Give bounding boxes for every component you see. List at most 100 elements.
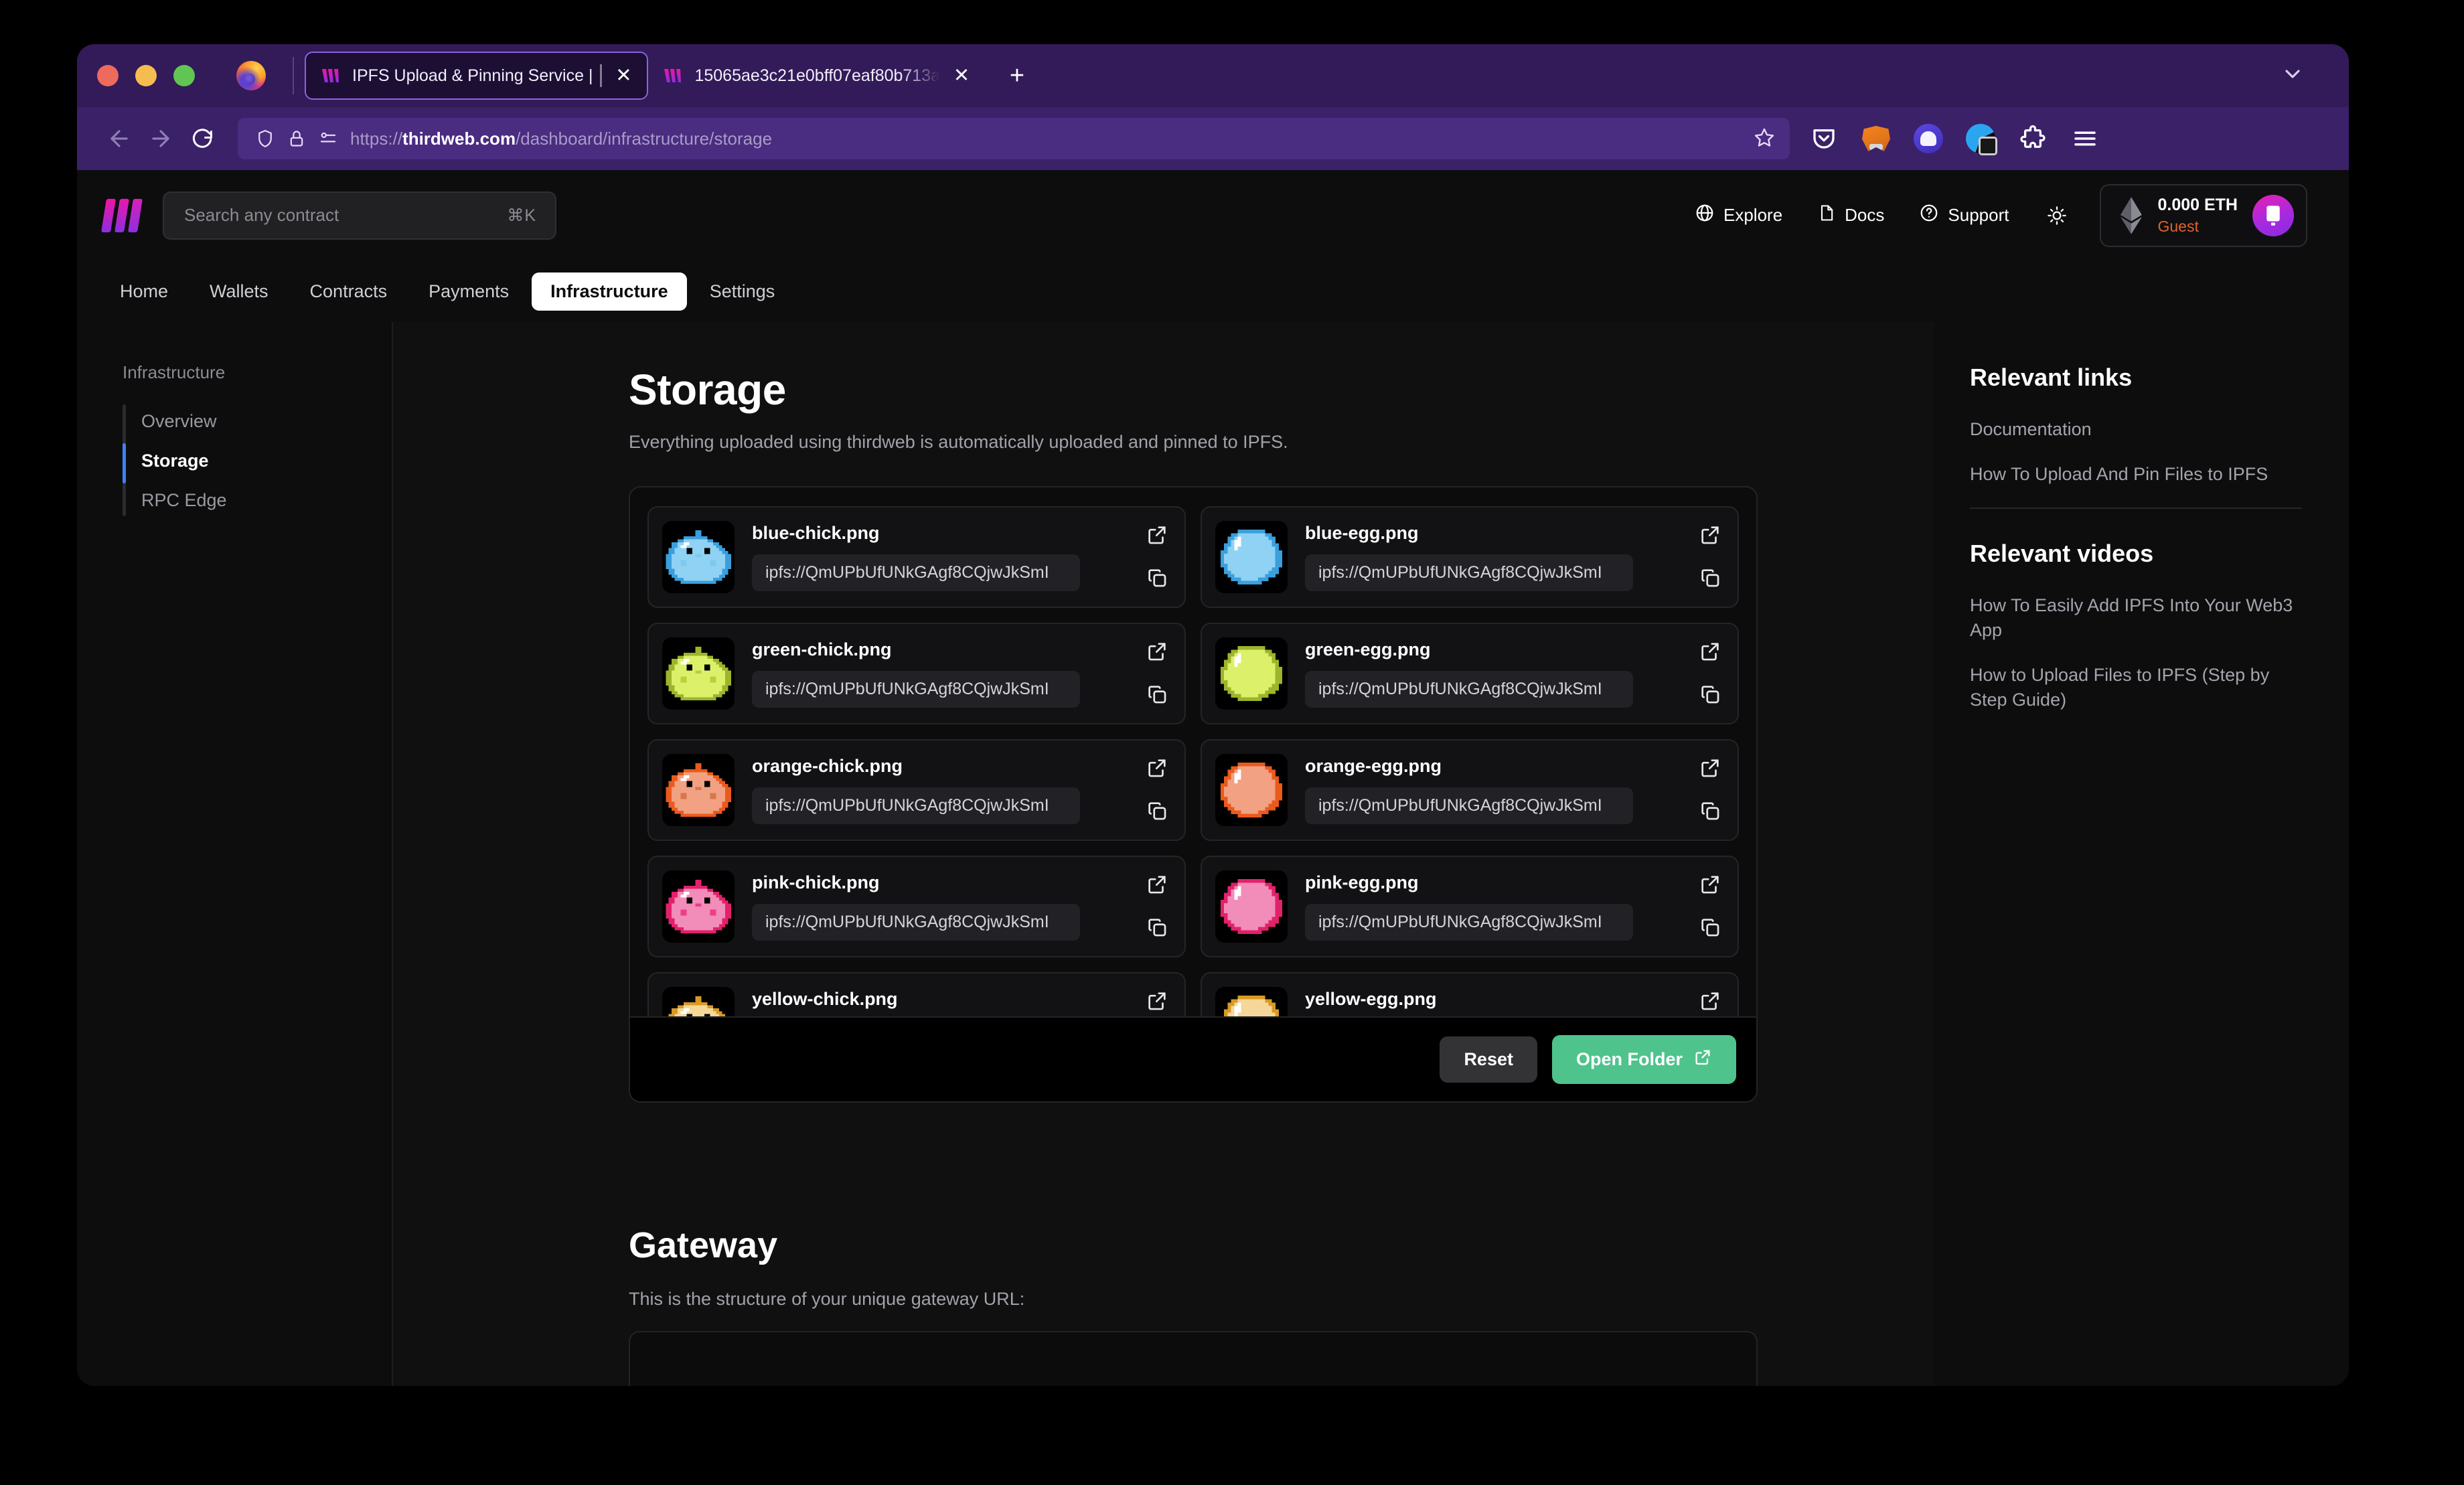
explore-link[interactable]: Explore [1677, 203, 1800, 228]
file-ipfs-hash[interactable]: ipfs://QmUPbUfUNkGAgf8CQjwJkSmI [752, 787, 1080, 824]
file-card[interactable]: blue-chick.png ipfs://QmUPbUfUNkGAgf8CQj… [647, 506, 1186, 608]
sidebar-list: Overview Storage RPC Edge [123, 402, 392, 520]
lock-icon[interactable] [287, 129, 306, 148]
file-card[interactable]: green-egg.png ipfs://QmUPbUfUNkGAgf8CQjw… [1201, 623, 1739, 724]
globe-icon [1695, 203, 1715, 228]
file-body: pink-chick.png ipfs://QmUPbUfUNkGAgf8CQj… [752, 872, 1128, 941]
relevant-video-add-ipfs[interactable]: How To Easily Add IPFS Into Your Web3 Ap… [1970, 593, 2302, 643]
pocket-icon[interactable] [1808, 123, 1839, 154]
open-file-external-link-icon[interactable] [1146, 873, 1168, 896]
browser-extensions [1808, 123, 2100, 154]
phantom-wallet-icon[interactable] [1913, 123, 1944, 154]
maximize-window-button[interactable] [173, 65, 195, 86]
page-subtitle: Everything uploaded using thirdweb is au… [629, 432, 1894, 453]
browser-menu-icon[interactable] [2070, 123, 2100, 154]
open-file-external-link-icon[interactable] [1699, 524, 1721, 546]
close-tab-button[interactable]: ✕ [613, 66, 633, 86]
reload-button[interactable] [181, 118, 223, 159]
relevant-video-upload-guide[interactable]: How to Upload Files to IPFS (Step by Ste… [1970, 663, 2302, 713]
chick-sprite-icon [662, 987, 735, 1016]
list-all-tabs-chevron-icon[interactable] [2281, 62, 2305, 90]
tab-infrastructure[interactable]: Infrastructure [532, 272, 687, 311]
shield-icon[interactable] [255, 129, 275, 149]
copy-hash-icon[interactable] [1699, 566, 1721, 589]
avatar[interactable] [2252, 195, 2294, 236]
search-input[interactable]: Search any contract ⌘K [163, 191, 556, 240]
forward-button[interactable] [140, 118, 181, 159]
open-folder-button[interactable]: Open Folder [1552, 1035, 1736, 1084]
file-ipfs-hash[interactable]: ipfs://QmUPbUfUNkGAgf8CQjwJkSmI [1305, 554, 1633, 591]
copy-hash-icon[interactable] [1146, 799, 1168, 822]
relevant-link-upload-pin[interactable]: How To Upload And Pin Files to IPFS [1970, 462, 2302, 487]
file-ipfs-hash[interactable]: ipfs://QmUPbUfUNkGAgf8CQjwJkSmI [1305, 671, 1633, 708]
file-name: yellow-chick.png [752, 989, 1128, 1010]
address-bar[interactable]: https://thirdweb.com/dashboard/infrastru… [238, 118, 1790, 159]
new-tab-button[interactable]: + [1002, 63, 1032, 88]
content-shell: Infrastructure Overview Storage RPC Edge… [77, 322, 2349, 1386]
file-card[interactable]: green-chick.png ipfs://QmUPbUfUNkGAgf8CQ… [647, 623, 1186, 724]
file-card[interactable]: orange-egg.png ipfs://QmUPbUfUNkGAgf8CQj… [1201, 739, 1739, 841]
back-button[interactable] [98, 118, 140, 159]
wallet-chip[interactable]: 0.000 ETH Guest [2100, 184, 2307, 247]
tab-payments[interactable]: Payments [410, 272, 528, 311]
chick-sprite-icon [662, 754, 735, 826]
open-file-external-link-icon[interactable] [1699, 990, 1721, 1012]
sidebar-item-rpc-edge[interactable]: RPC Edge [141, 481, 392, 520]
file-card[interactable]: blue-egg.png ipfs://QmUPbUfUNkGAgf8CQjwJ… [1201, 506, 1739, 608]
sidebar-item-overview[interactable]: Overview [141, 402, 392, 441]
egg-sprite-icon [1215, 987, 1288, 1016]
open-file-external-link-icon[interactable] [1146, 640, 1168, 663]
permissions-icon[interactable] [318, 129, 338, 149]
close-tab-button[interactable]: ✕ [951, 66, 972, 86]
copy-hash-icon[interactable] [1146, 566, 1168, 589]
copy-hash-icon[interactable] [1146, 683, 1168, 706]
file-ipfs-hash[interactable]: ipfs://QmUPbUfUNkGAgf8CQjwJkSmI [752, 554, 1080, 591]
open-file-external-link-icon[interactable] [1146, 757, 1168, 779]
file-ipfs-hash[interactable]: ipfs://QmUPbUfUNkGAgf8CQjwJkSmI [752, 904, 1080, 941]
file-card[interactable]: pink-egg.png ipfs://QmUPbUfUNkGAgf8CQjwJ… [1201, 856, 1739, 957]
tab-settings[interactable]: Settings [691, 272, 794, 311]
file-card[interactable]: yellow-chick.png ipfs://QmUPbUfUNkGAgf8C… [647, 972, 1186, 1016]
copy-hash-icon[interactable] [1699, 683, 1721, 706]
tab-wallets[interactable]: Wallets [191, 272, 287, 311]
browser-tab-strip: IPFS Upload & Pinning Service | ✕ 15065a… [77, 44, 2349, 107]
puzzle-icon[interactable] [2017, 123, 2048, 154]
address-bar-url: https://thirdweb.com/dashboard/infrastru… [350, 129, 1742, 149]
file-body: orange-egg.png ipfs://QmUPbUfUNkGAgf8CQj… [1305, 756, 1681, 824]
file-ipfs-hash[interactable]: ipfs://QmUPbUfUNkGAgf8CQjwJkSmI [1305, 787, 1633, 824]
page-title: Storage [629, 365, 1894, 414]
open-file-external-link-icon[interactable] [1699, 640, 1721, 663]
file-card[interactable]: yellow-egg.png ipfs://QmUPbUfUNkGAgf8CQj… [1201, 972, 1739, 1016]
thirdweb-logo-icon[interactable] [101, 199, 143, 232]
tab-home[interactable]: Home [101, 272, 187, 311]
reset-button[interactable]: Reset [1440, 1036, 1537, 1083]
open-file-external-link-icon[interactable] [1699, 757, 1721, 779]
copy-hash-icon[interactable] [1146, 916, 1168, 939]
browser-tab-inactive[interactable]: 15065ae3c21e0bff07eaf80b713a ✕ [648, 52, 985, 100]
close-window-button[interactable] [97, 65, 119, 86]
metamask-icon[interactable] [1861, 123, 1892, 154]
bookmark-star-icon[interactable] [1754, 127, 1775, 151]
open-file-external-link-icon[interactable] [1146, 524, 1168, 546]
sidebar-item-storage[interactable]: Storage [141, 441, 392, 481]
file-card[interactable]: pink-chick.png ipfs://QmUPbUfUNkGAgf8CQj… [647, 856, 1186, 957]
gateway-url-box[interactable] [629, 1331, 1758, 1386]
file-ipfs-hash[interactable]: ipfs://QmUPbUfUNkGAgf8CQjwJkSmI [1305, 904, 1633, 941]
minimize-window-button[interactable] [135, 65, 157, 86]
open-file-external-link-icon[interactable] [1146, 990, 1168, 1012]
tab-divider [293, 57, 294, 94]
docs-link[interactable]: Docs [1800, 203, 1902, 228]
sun-icon[interactable] [2026, 205, 2082, 226]
chick-sprite-icon [662, 521, 735, 593]
open-file-external-link-icon[interactable] [1699, 873, 1721, 896]
browser-tab-active[interactable]: IPFS Upload & Pinning Service | ✕ [305, 52, 648, 100]
file-card[interactable]: orange-chick.png ipfs://QmUPbUfUNkGAgf8C… [647, 739, 1186, 841]
file-ipfs-hash[interactable]: ipfs://QmUPbUfUNkGAgf8CQjwJkSmI [752, 671, 1080, 708]
relevant-link-documentation[interactable]: Documentation [1970, 417, 2302, 442]
privacy-badger-icon[interactable] [1965, 123, 1996, 154]
copy-hash-icon[interactable] [1699, 799, 1721, 822]
file-body: orange-chick.png ipfs://QmUPbUfUNkGAgf8C… [752, 756, 1128, 824]
copy-hash-icon[interactable] [1699, 916, 1721, 939]
support-link[interactable]: Support [1902, 203, 2026, 228]
tab-contracts[interactable]: Contracts [291, 272, 406, 311]
